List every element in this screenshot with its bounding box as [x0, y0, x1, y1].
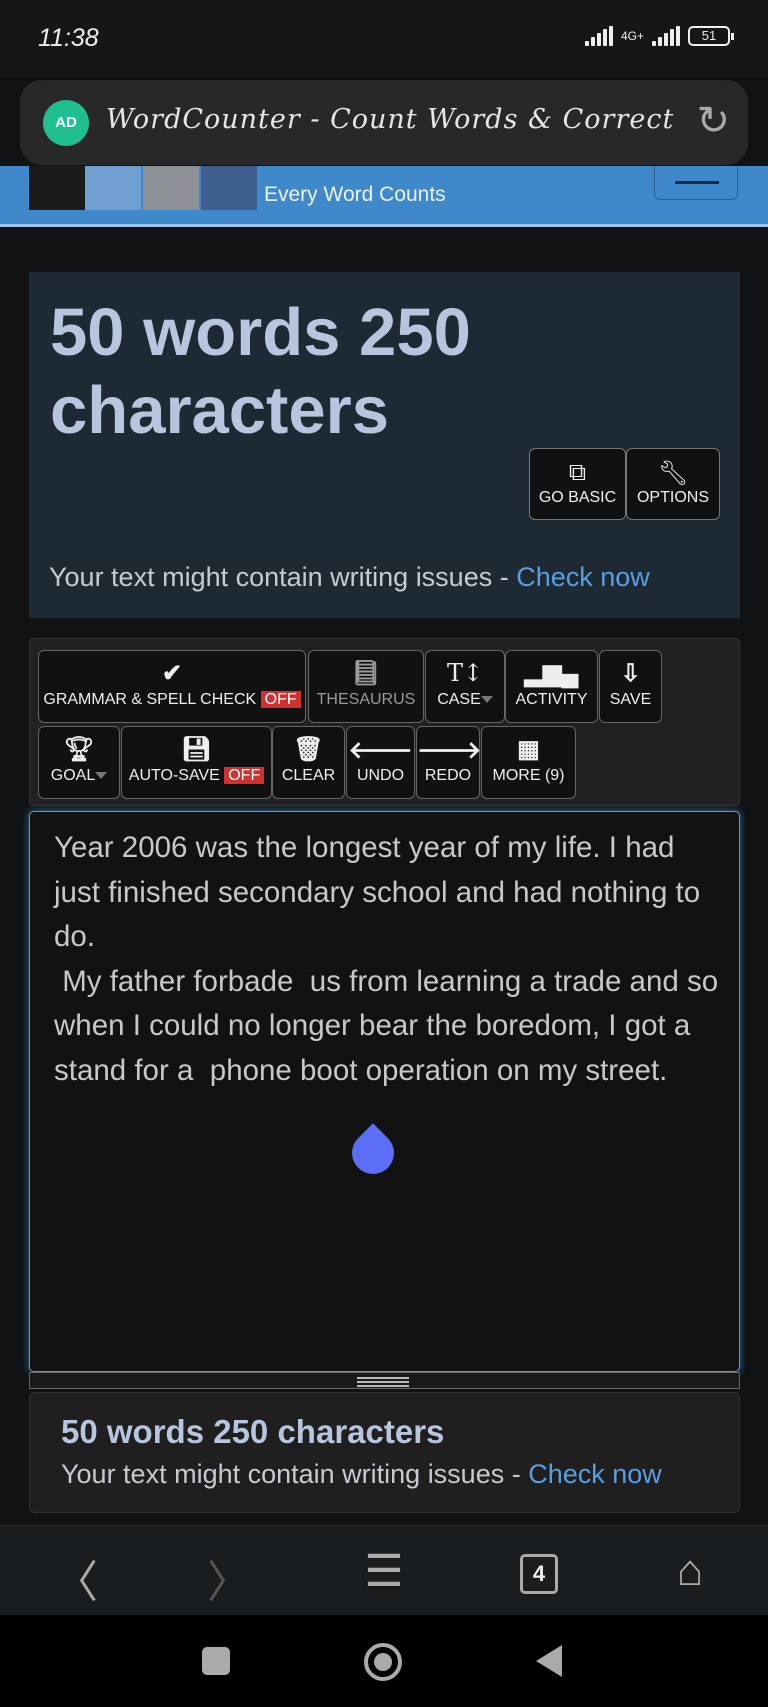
- undo-button[interactable]: 🡐 UNDO: [346, 726, 415, 799]
- grammar-check-button[interactable]: ✔ GRAMMAR & SPELL CHECK OFF: [38, 650, 306, 723]
- wrench-icon: 🔧︎: [657, 460, 689, 487]
- back-button-icon[interactable]: [536, 1645, 562, 1677]
- status-icons: 4G+ 51: [584, 26, 734, 46]
- text-editor[interactable]: Year 2006 was the longest year of my lif…: [29, 811, 740, 1372]
- logo[interactable]: [29, 166, 85, 210]
- redo-button[interactable]: 🡒 REDO: [416, 726, 482, 799]
- logo-block: [85, 166, 141, 210]
- back-icon[interactable]: 〈: [46, 1546, 106, 1610]
- clock: 11:38: [38, 24, 99, 52]
- stats-panel: 50 words 250 characters ⧉ GO BASIC 🔧︎ OPTI…: [29, 272, 740, 618]
- signal-icon-2: [652, 26, 680, 46]
- check-icon: ✔: [161, 660, 183, 687]
- text-height-icon: T↕: [446, 659, 484, 687]
- go-basic-button[interactable]: ⧉ GO BASIC: [529, 448, 626, 520]
- site-header: Every Word Counts: [0, 166, 768, 227]
- issue-notice: Your text might contain writing issues -…: [49, 562, 650, 593]
- logo-block: [201, 166, 257, 210]
- options-button[interactable]: 🔧︎ OPTIONS: [626, 448, 720, 520]
- goal-button[interactable]: 🏆︎ GOAL: [38, 726, 120, 799]
- menu-button[interactable]: [654, 166, 738, 200]
- case-label: CASE: [437, 691, 481, 708]
- trophy-icon: 🏆︎: [63, 736, 95, 763]
- tabs-button[interactable]: 4: [520, 1554, 558, 1594]
- recents-icon[interactable]: [202, 1647, 230, 1675]
- redo-label: REDO: [424, 767, 472, 784]
- home-icon[interactable]: ⌂: [660, 1546, 720, 1596]
- options-label: OPTIONS: [636, 489, 709, 506]
- activity-button[interactable]: ▂▆▄ ACTIVITY: [505, 650, 598, 723]
- file-download-icon: ⇩: [620, 660, 641, 687]
- arrow-right-icon: 🡒: [417, 737, 482, 764]
- book-icon: 📘︎: [350, 660, 382, 687]
- more-button[interactable]: ▦ MORE (9): [481, 726, 576, 799]
- browser-navigation: 〈 〉 ☰ 4 ⌂: [0, 1525, 768, 1615]
- grid-icon: ▦: [517, 736, 540, 763]
- menu-icon[interactable]: ☰: [354, 1546, 414, 1597]
- case-button[interactable]: T↕ CASE: [425, 650, 505, 723]
- undo-label: UNDO: [356, 767, 405, 784]
- forward-icon[interactable]: 〉: [199, 1546, 259, 1610]
- more-label: MORE (9): [492, 767, 565, 784]
- system-navigation: [0, 1615, 768, 1707]
- editor-toolbar: ✔ GRAMMAR & SPELL CHECK OFF 📘︎ THESAURUS T…: [29, 638, 740, 806]
- bar-chart-icon: ▂▆▄: [524, 660, 579, 687]
- auto-save-button[interactable]: 💾︎ AUTO-SAVE OFF: [121, 726, 272, 799]
- issue-text: Your text might contain writing issues -: [61, 1459, 529, 1489]
- address-bar[interactable]: AD WordCounter - Count Words & Correct ↻: [20, 80, 748, 165]
- network-type: 4G+: [620, 29, 644, 43]
- caret-down-icon: [480, 696, 493, 704]
- thesaurus-label: THESAURUS: [316, 691, 416, 708]
- autosave-label: AUTO-SAVE: [128, 767, 220, 784]
- tagline: Every Word Counts: [264, 183, 446, 206]
- home-button-icon[interactable]: [364, 1643, 402, 1681]
- check-now-link[interactable]: Check now: [516, 562, 650, 592]
- autosave-state-badge: OFF: [224, 767, 265, 784]
- footer-word-count: 50 words 250 characters: [61, 1413, 445, 1450]
- floppy-disk-icon: 💾︎: [181, 736, 212, 763]
- status-bar: 11:38 4G+ 51: [0, 0, 768, 78]
- external-link-icon: ⧉: [568, 459, 587, 486]
- reload-icon[interactable]: ↻: [696, 98, 730, 144]
- thesaurus-button[interactable]: 📘︎ THESAURUS: [308, 650, 424, 723]
- logo-block: [143, 166, 199, 210]
- battery-icon: 51: [688, 26, 734, 46]
- stats-footer: 50 words 250 characters Your text might …: [29, 1392, 740, 1513]
- page-title[interactable]: WordCounter - Count Words & Correct: [106, 104, 686, 135]
- signal-icon: [584, 26, 613, 46]
- word-count-title: 50 words 250 characters: [50, 295, 471, 448]
- save-button[interactable]: ⇩ SAVE: [599, 650, 662, 723]
- grammar-state-badge: OFF: [260, 691, 301, 708]
- arrow-left-icon: 🡐: [348, 737, 413, 764]
- goal-label: GOAL: [50, 767, 96, 784]
- save-label: SAVE: [609, 691, 652, 708]
- clear-label: CLEAR: [281, 767, 336, 784]
- clear-button[interactable]: 🗑︎ CLEAR: [272, 726, 345, 799]
- check-now-link[interactable]: Check now: [528, 1459, 662, 1489]
- caret-down-icon: [95, 772, 108, 780]
- trash-icon: 🗑︎: [293, 736, 324, 763]
- grammar-label: GRAMMAR & SPELL CHECK: [43, 691, 257, 708]
- editor-content[interactable]: Year 2006 was the longest year of my lif…: [54, 826, 724, 1094]
- ad-block-icon[interactable]: AD: [43, 100, 89, 146]
- issue-text: Your text might contain writing issues -: [49, 562, 517, 592]
- go-basic-label: GO BASIC: [538, 489, 617, 506]
- activity-label: ACTIVITY: [515, 691, 588, 708]
- footer-issue-notice: Your text might contain writing issues -…: [61, 1459, 662, 1490]
- resize-handle[interactable]: [29, 1372, 740, 1389]
